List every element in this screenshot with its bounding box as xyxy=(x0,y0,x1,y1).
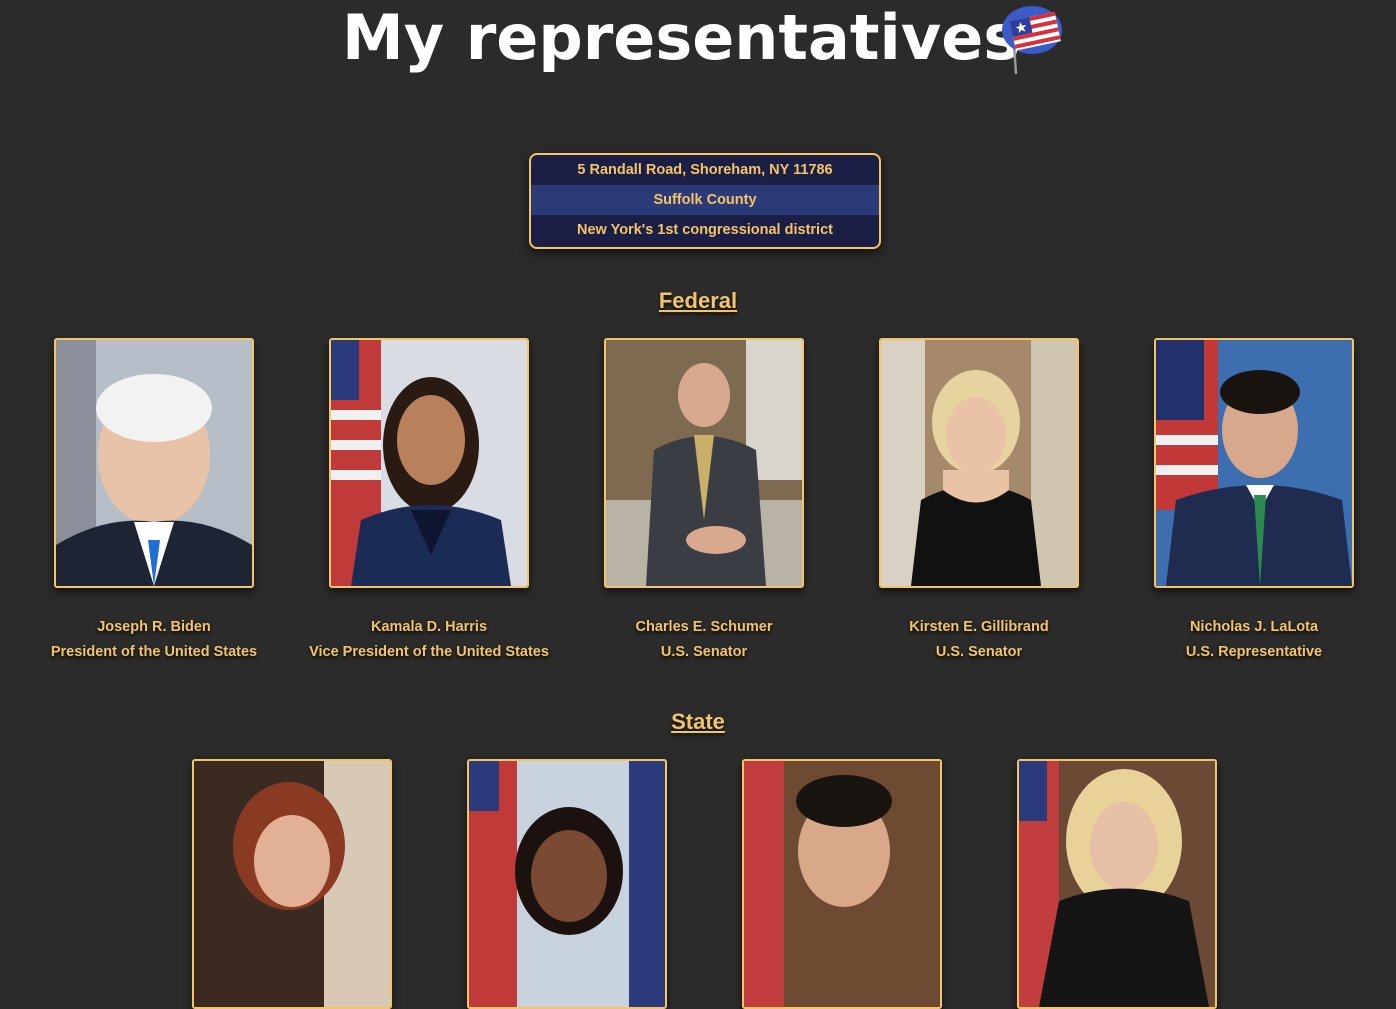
rep-card[interactable]: Kirsten E. Gillibrand U.S. Senator xyxy=(849,338,1109,665)
rep-photo[interactable] xyxy=(1017,759,1217,1009)
address-text: 5 Randall Road, Shoreham, NY 11786 xyxy=(577,162,833,178)
portrait-image xyxy=(194,761,390,1007)
portrait-image xyxy=(331,340,527,586)
section-heading-federal: Federal xyxy=(658,288,738,313)
rep-photo[interactable] xyxy=(467,759,667,1009)
location-box: 5 Randall Road, Shoreham, NY 11786 Suffo… xyxy=(529,153,881,249)
county-text: Suffolk County xyxy=(531,185,879,215)
district-text: New York's 1st congressional district xyxy=(577,222,833,238)
portrait-image xyxy=(1156,340,1352,586)
rep-photo[interactable] xyxy=(192,759,392,1009)
rep-card[interactable] xyxy=(987,759,1247,1009)
rep-photo[interactable] xyxy=(604,338,804,588)
rep-card[interactable]: Charles E. Schumer U.S. Senator xyxy=(574,338,834,665)
us-flag-balloon-icon xyxy=(1002,6,1062,74)
rep-card[interactable]: Kamala D. Harris Vice President of the U… xyxy=(299,338,559,665)
portrait-image xyxy=(881,340,1077,586)
rep-name: Joseph R. Biden xyxy=(97,619,211,635)
portrait-image xyxy=(1019,761,1215,1007)
rep-card[interactable] xyxy=(712,759,972,1009)
rep-card[interactable] xyxy=(162,759,422,1009)
rep-name: Nicholas J. LaLota xyxy=(1189,619,1319,635)
portrait-image xyxy=(606,340,802,586)
page-title: My representatives xyxy=(342,1,1021,74)
rep-office: U.S. Senator xyxy=(660,644,748,660)
portrait-image xyxy=(744,761,940,1007)
rep-card[interactable] xyxy=(437,759,697,1009)
portrait-image xyxy=(56,340,252,586)
rep-office: U.S. Senator xyxy=(935,644,1023,660)
page-header: My representatives xyxy=(0,0,1396,80)
rep-photo[interactable] xyxy=(742,759,942,1009)
rep-name: Kamala D. Harris xyxy=(370,619,488,635)
rep-office: U.S. Representative xyxy=(1185,644,1323,660)
rep-name: Charles E. Schumer xyxy=(635,619,773,635)
rep-name: Kirsten E. Gillibrand xyxy=(909,619,1049,635)
rep-photo[interactable] xyxy=(879,338,1079,588)
portrait-image xyxy=(469,761,665,1007)
rep-photo[interactable] xyxy=(54,338,254,588)
rep-photo[interactable] xyxy=(329,338,529,588)
section-heading-state: State xyxy=(671,709,725,734)
rep-card[interactable]: Joseph R. Biden President of the United … xyxy=(24,338,284,665)
rep-photo[interactable] xyxy=(1154,338,1354,588)
rep-office: Vice President of the United States xyxy=(309,644,549,660)
rep-card[interactable]: Nicholas J. LaLota U.S. Representative xyxy=(1124,338,1384,665)
rep-office: President of the United States xyxy=(50,644,258,660)
